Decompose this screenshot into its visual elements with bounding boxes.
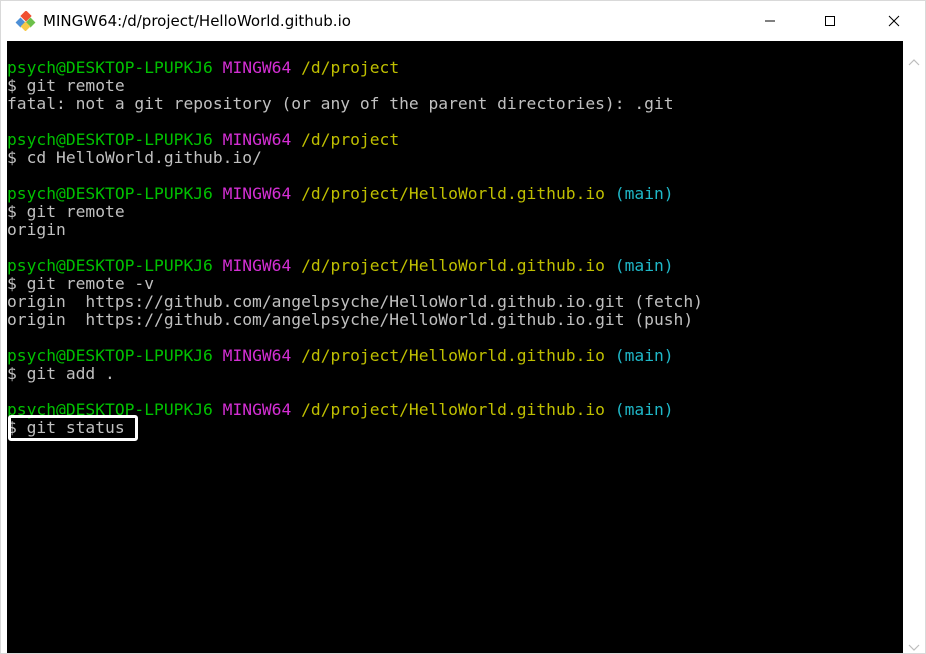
command-highlight-box bbox=[8, 415, 138, 441]
command-line: $ git remote bbox=[7, 203, 903, 221]
output-text: origin bbox=[7, 220, 66, 239]
window-title: MINGW64:/d/project/HelloWorld.github.io bbox=[43, 12, 351, 30]
output-line: origin https://github.com/angelpsyche/He… bbox=[7, 311, 903, 329]
command-line: $ git remote -v bbox=[7, 275, 903, 293]
close-button[interactable] bbox=[871, 1, 917, 41]
maximize-button[interactable] bbox=[807, 1, 853, 41]
command-line: $ git remote bbox=[7, 77, 903, 95]
prompt-branch: (main) bbox=[614, 256, 674, 275]
output-text: origin https://github.com/angelpsyche/He… bbox=[7, 310, 694, 329]
prompt-user: psych@DESKTOP-LPUPKJ6 bbox=[7, 346, 213, 365]
git-bash-icon bbox=[15, 10, 37, 32]
terminal-window: MINGW64:/d/project/HelloWorld.github.io … bbox=[0, 0, 926, 654]
prompt-branch: (main) bbox=[614, 400, 674, 419]
command-line: $ git add . bbox=[7, 365, 903, 383]
prompt-line: psych@DESKTOP-LPUPKJ6 MINGW64 /d/project bbox=[7, 59, 903, 77]
scroll-down-icon[interactable] bbox=[908, 637, 920, 651]
prompt-path: /d/project bbox=[301, 58, 400, 77]
prompt-shell: MINGW64 bbox=[222, 400, 292, 419]
prompt-shell: MINGW64 bbox=[222, 130, 292, 149]
command-text: $ git remote bbox=[7, 202, 125, 221]
command-text: $ git remote bbox=[7, 76, 125, 95]
prompt-user: psych@DESKTOP-LPUPKJ6 bbox=[7, 184, 213, 203]
prompt-user: psych@DESKTOP-LPUPKJ6 bbox=[7, 58, 213, 77]
minimize-icon bbox=[764, 12, 776, 31]
prompt-shell: MINGW64 bbox=[222, 346, 292, 365]
command-line: $ git status bbox=[7, 419, 903, 437]
prompt-path: /d/project/HelloWorld.github.io bbox=[301, 400, 605, 419]
command-line: $ cd HelloWorld.github.io/ bbox=[7, 149, 903, 167]
output-text: origin https://github.com/angelpsyche/He… bbox=[7, 292, 703, 311]
prompt-path: /d/project bbox=[301, 130, 400, 149]
prompt-line: psych@DESKTOP-LPUPKJ6 MINGW64 /d/project… bbox=[7, 185, 903, 203]
prompt-line: psych@DESKTOP-LPUPKJ6 MINGW64 /d/project bbox=[7, 131, 903, 149]
prompt-path: /d/project/HelloWorld.github.io bbox=[301, 346, 605, 365]
minimize-button[interactable] bbox=[747, 1, 793, 41]
maximize-icon bbox=[824, 12, 836, 31]
prompt-user: psych@DESKTOP-LPUPKJ6 bbox=[7, 130, 213, 149]
command-text: $ git remote -v bbox=[7, 274, 155, 293]
command-text: $ cd HelloWorld.github.io/ bbox=[7, 148, 262, 167]
prompt-shell: MINGW64 bbox=[222, 184, 292, 203]
prompt-shell: MINGW64 bbox=[222, 58, 292, 77]
scroll-up-icon[interactable] bbox=[908, 51, 920, 66]
prompt-shell: MINGW64 bbox=[222, 256, 292, 275]
prompt-branch: (main) bbox=[614, 184, 674, 203]
output-line: fatal: not a git repository (or any of t… bbox=[7, 95, 903, 113]
prompt-branch: (main) bbox=[614, 346, 674, 365]
output-line: origin https://github.com/angelpsyche/He… bbox=[7, 293, 903, 311]
command-text: $ git add . bbox=[7, 364, 115, 383]
vertical-scrollbar[interactable] bbox=[903, 41, 925, 653]
close-icon bbox=[888, 12, 900, 31]
output-line: origin bbox=[7, 221, 903, 239]
prompt-line: psych@DESKTOP-LPUPKJ6 MINGW64 /d/project… bbox=[7, 401, 903, 419]
terminal-output: psych@DESKTOP-LPUPKJ6 MINGW64 /d/project… bbox=[7, 59, 903, 437]
prompt-user: psych@DESKTOP-LPUPKJ6 bbox=[7, 256, 213, 275]
prompt-line: psych@DESKTOP-LPUPKJ6 MINGW64 /d/project… bbox=[7, 347, 903, 365]
prompt-line: psych@DESKTOP-LPUPKJ6 MINGW64 /d/project… bbox=[7, 257, 903, 275]
title-bar[interactable]: MINGW64:/d/project/HelloWorld.github.io bbox=[1, 1, 925, 41]
terminal-area[interactable]: psych@DESKTOP-LPUPKJ6 MINGW64 /d/project… bbox=[7, 41, 903, 653]
output-text: fatal: not a git repository (or any of t… bbox=[7, 94, 674, 113]
prompt-path: /d/project/HelloWorld.github.io bbox=[301, 256, 605, 275]
prompt-path: /d/project/HelloWorld.github.io bbox=[301, 184, 605, 203]
